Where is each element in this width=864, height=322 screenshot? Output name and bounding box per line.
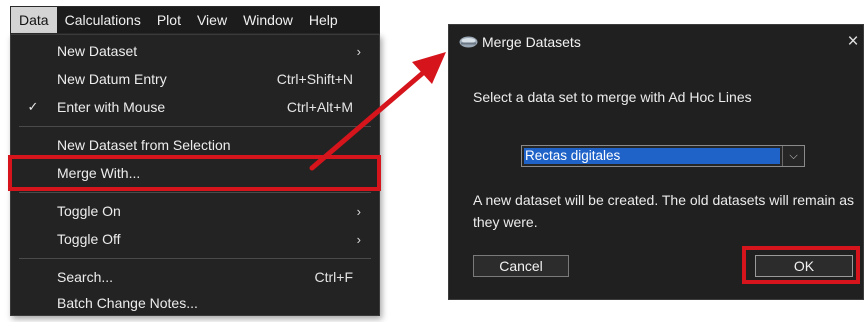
menu-item-enter-with-mouse[interactable]: ✓ Enter with Mouse Ctrl+Alt+M (11, 93, 379, 121)
menu-help[interactable]: Help (301, 7, 346, 33)
menu-item-label: New Datum Entry (57, 71, 167, 87)
menu-data[interactable]: Data (11, 7, 57, 33)
chevron-down-icon[interactable]: ⌵ (782, 146, 804, 166)
checkmark-icon: ✓ (27, 99, 39, 114)
dialog-app-icon (459, 36, 478, 48)
dialog-title: Merge Datasets (482, 34, 581, 50)
submenu-chevron-icon: › (356, 231, 361, 247)
menu-item-label: New Dataset (57, 43, 138, 59)
merge-info-text: A new dataset will be created. The old d… (473, 192, 855, 230)
menu-item-shortcut: Ctrl+Alt+M (286, 99, 353, 115)
dataset-select-value: Rectas digitales (524, 148, 780, 164)
menu-item-label: Batch Change Notes... (57, 295, 198, 311)
menu-item-new-dataset-from-selection[interactable]: New Dataset from Selection (11, 131, 379, 159)
menu-plot[interactable]: Plot (149, 7, 189, 33)
menu-item-new-datum-entry[interactable]: New Datum Entry Ctrl+Shift+N (11, 65, 379, 93)
menu-item-label: Toggle Off (57, 231, 121, 247)
menu-item-shortcut: Ctrl+Shift+N (276, 71, 353, 87)
menu-item-label: Merge With... (57, 165, 141, 181)
close-icon[interactable]: × (845, 31, 861, 53)
merge-prompt-text: Select a data set to merge with Ad Hoc L… (473, 89, 752, 105)
menu-separator (19, 126, 371, 127)
data-dropdown-menu: New Dataset › New Datum Entry Ctrl+Shift… (10, 34, 380, 316)
merge-datasets-dialog: Merge Datasets × Select a data set to me… (448, 24, 864, 300)
menu-item-label: Toggle On (57, 203, 121, 219)
menu-item-new-dataset[interactable]: New Dataset › (11, 37, 379, 65)
menu-item-search[interactable]: Search... Ctrl+F (11, 263, 379, 291)
ok-button[interactable]: OK (755, 255, 853, 277)
menu-separator (19, 258, 371, 259)
menu-item-label: Enter with Mouse (57, 99, 166, 115)
menu-item-toggle-on[interactable]: Toggle On › (11, 197, 379, 225)
dataset-select[interactable]: Rectas digitales ⌵ (521, 145, 805, 167)
menu-item-shortcut: Ctrl+F (314, 269, 354, 285)
dialog-title-bar: Merge Datasets × (449, 25, 863, 59)
cancel-button[interactable]: Cancel (473, 255, 569, 277)
submenu-chevron-icon: › (356, 43, 361, 59)
menu-window[interactable]: Window (235, 7, 301, 33)
menu-bar: Data Calculations Plot View Window Help (10, 6, 380, 34)
menu-item-batch-change-notes[interactable]: Batch Change Notes... (11, 289, 379, 317)
menu-separator (19, 192, 371, 193)
submenu-chevron-icon: › (356, 203, 361, 219)
menu-view[interactable]: View (189, 7, 235, 33)
menu-item-toggle-off[interactable]: Toggle Off › (11, 225, 379, 253)
menu-item-label: Search... (57, 269, 114, 285)
menu-item-label: New Dataset from Selection (57, 137, 231, 153)
menu-item-merge-with[interactable]: Merge With... (11, 159, 379, 187)
menu-calculations[interactable]: Calculations (57, 7, 149, 33)
